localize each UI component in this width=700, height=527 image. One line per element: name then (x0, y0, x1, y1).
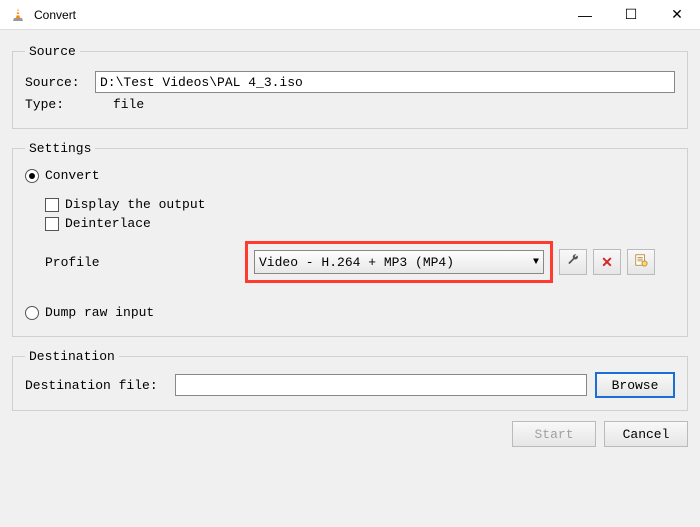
destination-file-input[interactable] (175, 374, 587, 396)
profile-label: Profile (45, 255, 245, 270)
settings-group: Settings Convert Display the output Dein… (12, 141, 688, 337)
display-output-label: Display the output (65, 197, 205, 212)
destination-legend: Destination (25, 349, 119, 364)
source-label: Source: (25, 75, 95, 90)
cancel-button[interactable]: Cancel (604, 421, 688, 447)
source-group: Source Source: Type: file (12, 44, 688, 129)
profile-value: Video - H.264 + MP3 (MP4) (259, 255, 454, 270)
window-controls: — ☐ ✕ (562, 0, 700, 29)
type-value: file (113, 97, 144, 112)
convert-radio[interactable] (25, 169, 39, 183)
deinterlace-row[interactable]: Deinterlace (45, 216, 675, 231)
deinterlace-label: Deinterlace (65, 216, 151, 231)
close-button[interactable]: ✕ (654, 0, 700, 29)
display-output-row[interactable]: Display the output (45, 197, 675, 212)
profile-highlight: Video - H.264 + MP3 (MP4) ▼ (245, 241, 553, 283)
maximize-button[interactable]: ☐ (608, 0, 654, 29)
delete-icon: ✕ (601, 254, 613, 271)
convert-radio-row[interactable]: Convert (25, 168, 675, 183)
display-output-checkbox[interactable] (45, 198, 59, 212)
settings-legend: Settings (25, 141, 95, 156)
start-button[interactable]: Start (512, 421, 596, 447)
dialog-body: Source Source: Type: file Settings Conve… (0, 30, 700, 527)
browse-button[interactable]: Browse (595, 372, 675, 398)
destination-group: Destination Destination file: Browse (12, 349, 688, 411)
convert-dialog: Convert — ☐ ✕ Source Source: Type: file … (0, 0, 700, 527)
convert-radio-label: Convert (45, 168, 100, 183)
source-legend: Source (25, 44, 80, 59)
dump-radio-label: Dump raw input (45, 305, 154, 320)
wrench-icon (566, 253, 580, 272)
delete-profile-button[interactable]: ✕ (593, 249, 621, 275)
type-label: Type: (25, 97, 95, 112)
titlebar: Convert — ☐ ✕ (0, 0, 700, 30)
window-title: Convert (34, 8, 562, 22)
new-profile-icon (634, 253, 648, 272)
edit-profile-button[interactable] (559, 249, 587, 275)
new-profile-button[interactable] (627, 249, 655, 275)
dialog-buttons: Start Cancel (12, 421, 688, 447)
source-input[interactable] (95, 71, 675, 93)
profile-dropdown[interactable]: Video - H.264 + MP3 (MP4) ▼ (254, 250, 544, 274)
destination-file-label: Destination file: (25, 378, 175, 393)
minimize-button[interactable]: — (562, 0, 608, 29)
vlc-icon (10, 7, 26, 23)
deinterlace-checkbox[interactable] (45, 217, 59, 231)
dump-radio[interactable] (25, 306, 39, 320)
dump-radio-row[interactable]: Dump raw input (25, 305, 675, 320)
chevron-down-icon: ▼ (533, 257, 539, 268)
